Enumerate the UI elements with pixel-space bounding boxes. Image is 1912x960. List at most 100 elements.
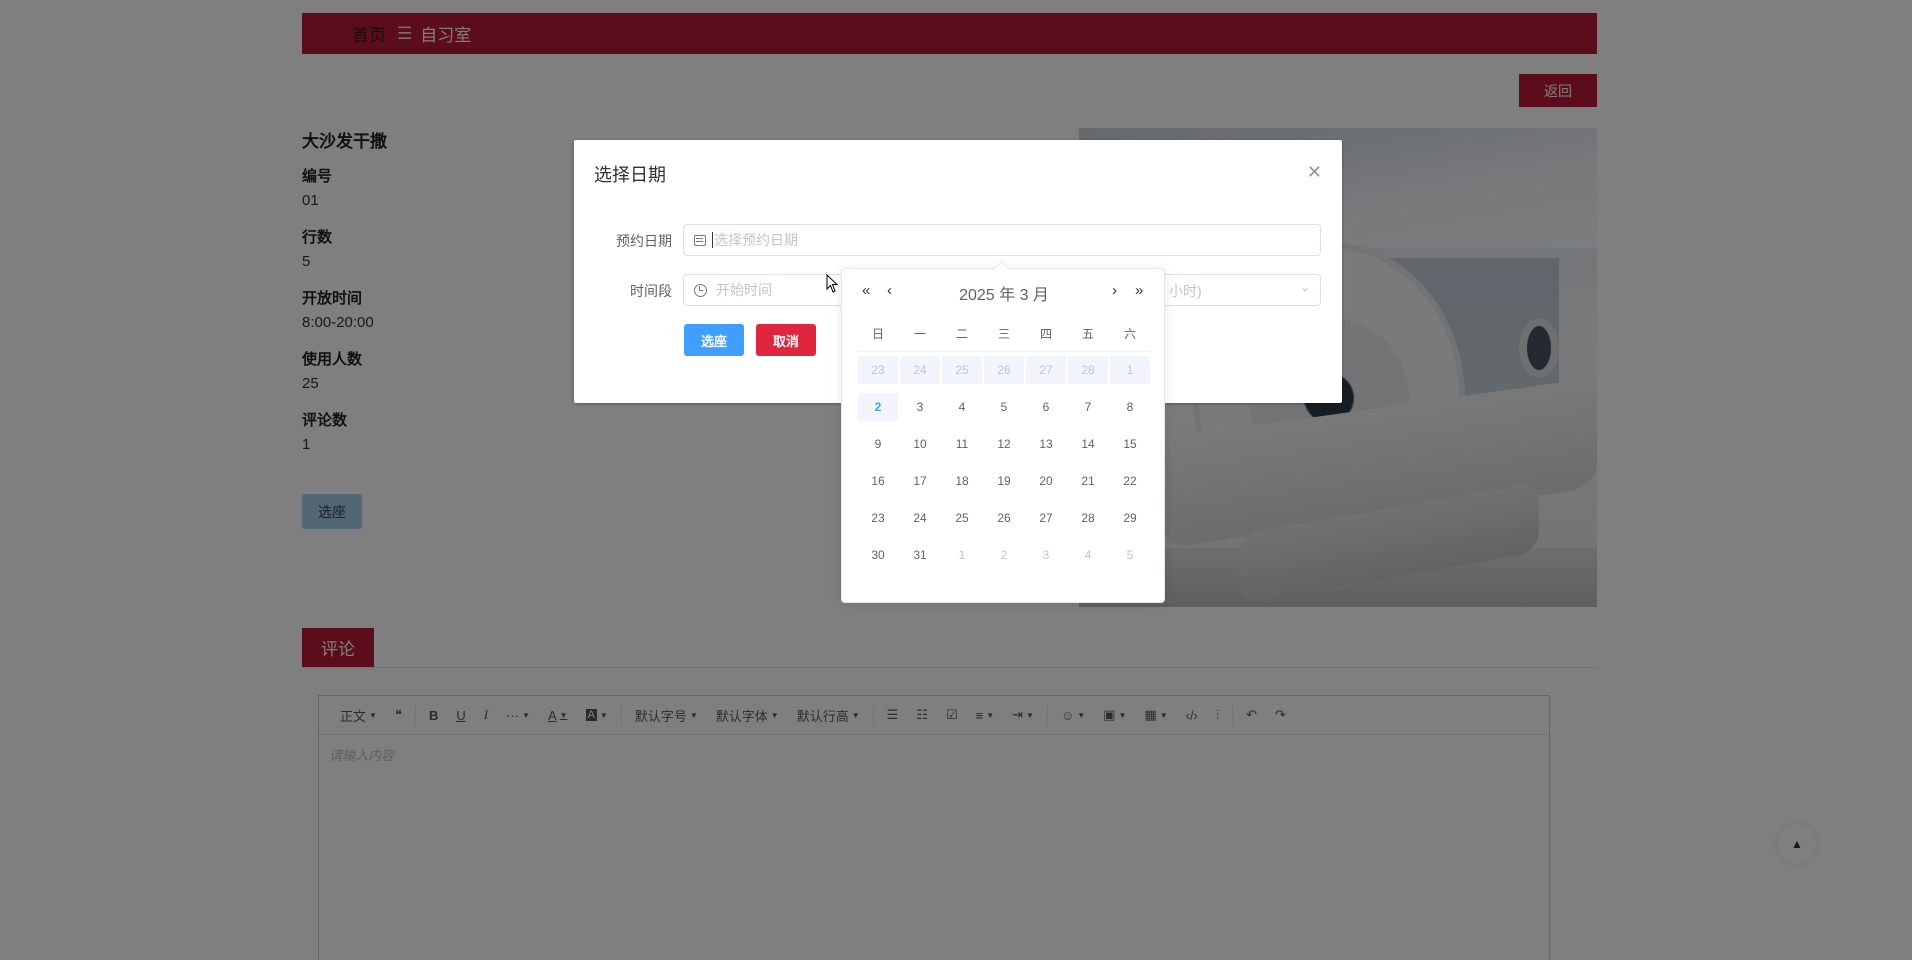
date-placeholder: 选择预约日期 [714,232,798,248]
calendar-day-label: 23 [871,510,885,525]
calendar-day[interactable]: 23 [857,351,899,388]
calendar-day-label: 2 [858,392,898,421]
calendar-day[interactable]: 21 [1067,462,1109,499]
calendar-day-label: 14 [1081,436,1095,451]
calendar-day-label: 22 [1123,473,1137,488]
calendar-day[interactable]: 29 [1109,499,1151,536]
calendar-day[interactable]: 14 [1067,425,1109,462]
calendar-day[interactable]: 1 [1109,351,1151,388]
calendar-day[interactable]: 13 [1025,425,1067,462]
weekday-label: 一 [899,317,941,352]
chevron-down-icon: ⌄ [1299,280,1310,294]
calendar-day-label: 27 [1026,355,1066,384]
date-input[interactable]: 选择预约日期 [683,224,1321,256]
calendar-day[interactable]: 4 [941,388,983,425]
calendar-week-row: 9 10 11 12 13 14 15 [857,425,1151,462]
calendar-week-row: 23 24 25 26 27 28 1 [857,351,1151,388]
calendar-day[interactable]: 2 [983,536,1025,573]
calendar-day[interactable]: 2 [857,388,899,425]
calendar-day-label: 26 [997,510,1011,525]
calendar-day[interactable]: 28 [1067,351,1109,388]
date-picker-popup: 2025 年 3 月 « ‹ › » 日 一 二 三 四 五 六 23 24 25 2… [841,260,1165,603]
calendar-day[interactable]: 18 [941,462,983,499]
calendar-day-label: 3 [916,399,924,414]
start-time-placeholder: 开始时间 [716,282,772,298]
calendar-day-label: 3 [1042,547,1050,562]
calendar-day-label: 28 [1068,355,1108,384]
weekday-label: 四 [1025,317,1067,352]
calendar-day[interactable]: 26 [983,351,1025,388]
calendar-day-label: 7 [1084,399,1092,414]
calendar-day-label: 25 [942,355,982,384]
calendar-day[interactable]: 15 [1109,425,1151,462]
calendar-day[interactable]: 8 [1109,388,1151,425]
text-cursor [712,232,713,248]
calendar-day[interactable]: 10 [899,425,941,462]
clock-icon [694,283,707,297]
calendar-day[interactable]: 7 [1067,388,1109,425]
calendar-day-label: 30 [871,547,885,562]
next-month-icon[interactable]: › [1112,282,1117,299]
calendar-day-label: 6 [1042,399,1050,414]
calendar-day[interactable]: 9 [857,425,899,462]
calendar-day[interactable]: 22 [1109,462,1151,499]
calendar-day-label: 5 [1126,547,1134,562]
calendar-day[interactable]: 1 [941,536,983,573]
next-year-icon[interactable]: » [1135,282,1143,299]
weekday-label: 日 [857,317,899,352]
calendar-day[interactable]: 3 [899,388,941,425]
calendar-day[interactable]: 25 [941,499,983,536]
calendar-day-label: 15 [1123,436,1137,451]
calendar-day[interactable]: 23 [857,499,899,536]
calendar-day-label: 20 [1039,473,1053,488]
prev-month-icon[interactable]: ‹ [887,282,892,299]
prev-year-icon[interactable]: « [862,282,870,299]
calendar-day-label: 9 [874,436,882,451]
calendar-day-label: 5 [1000,399,1008,414]
calendar-day-label: 2 [1000,547,1008,562]
calendar-day-label: 16 [871,473,885,488]
calendar-day-label: 29 [1123,510,1137,525]
calendar-day[interactable]: 17 [899,462,941,499]
calendar-day[interactable]: 3 [1025,536,1067,573]
calendar-day[interactable]: 25 [941,351,983,388]
calendar-day[interactable]: 19 [983,462,1025,499]
weekday-label: 五 [1067,317,1109,352]
calendar-day[interactable]: 5 [1109,536,1151,573]
calendar-day[interactable]: 11 [941,425,983,462]
time-label: 时间段 [630,283,672,299]
confirm-seat-button[interactable]: 选座 [684,324,744,356]
calendar-day[interactable]: 20 [1025,462,1067,499]
calendar-day[interactable]: 27 [1025,351,1067,388]
calendar-day[interactable]: 31 [899,536,941,573]
calendar-day-label: 8 [1126,399,1134,414]
calendar-day-label: 23 [858,355,898,384]
calendar-day[interactable]: 30 [857,536,899,573]
calendar-day-label: 18 [955,473,969,488]
calendar-grid: 日 一 二 三 四 五 六 23 24 25 26 27 28 1 2 3 4 5 6 7 8 9 10 11 1… [857,317,1151,573]
end-time-placeholder: 小时) [1169,283,1202,299]
weekday-label: 二 [941,317,983,352]
calendar-day[interactable]: 26 [983,499,1025,536]
calendar-day[interactable]: 6 [1025,388,1067,425]
calendar-day-label: 27 [1039,510,1053,525]
calendar-day[interactable]: 12 [983,425,1025,462]
calendar-day-label: 24 [900,355,940,384]
calendar-days: 23 24 25 26 27 28 1 2 3 4 5 6 7 8 9 10 11 12 13 14 15 16 17 18 1… [857,351,1151,573]
calendar-day[interactable]: 24 [899,499,941,536]
calendar-day[interactable]: 24 [899,351,941,388]
calendar-day[interactable]: 4 [1067,536,1109,573]
calendar-week-row: 16 17 18 19 20 21 22 [857,462,1151,499]
calendar-day-label: 1 [958,547,966,562]
weekday-label: 三 [983,317,1025,352]
cancel-button[interactable]: 取消 [756,324,816,356]
calendar-day-label: 19 [997,473,1011,488]
calendar-day-label: 31 [913,547,927,562]
close-icon[interactable]: ✕ [1307,162,1322,183]
calendar-day[interactable]: 16 [857,462,899,499]
calendar-day[interactable]: 27 [1025,499,1067,536]
calendar-day-label: 12 [997,436,1011,451]
calendar-day[interactable]: 28 [1067,499,1109,536]
calendar-day-label: 13 [1039,436,1053,451]
calendar-day[interactable]: 5 [983,388,1025,425]
